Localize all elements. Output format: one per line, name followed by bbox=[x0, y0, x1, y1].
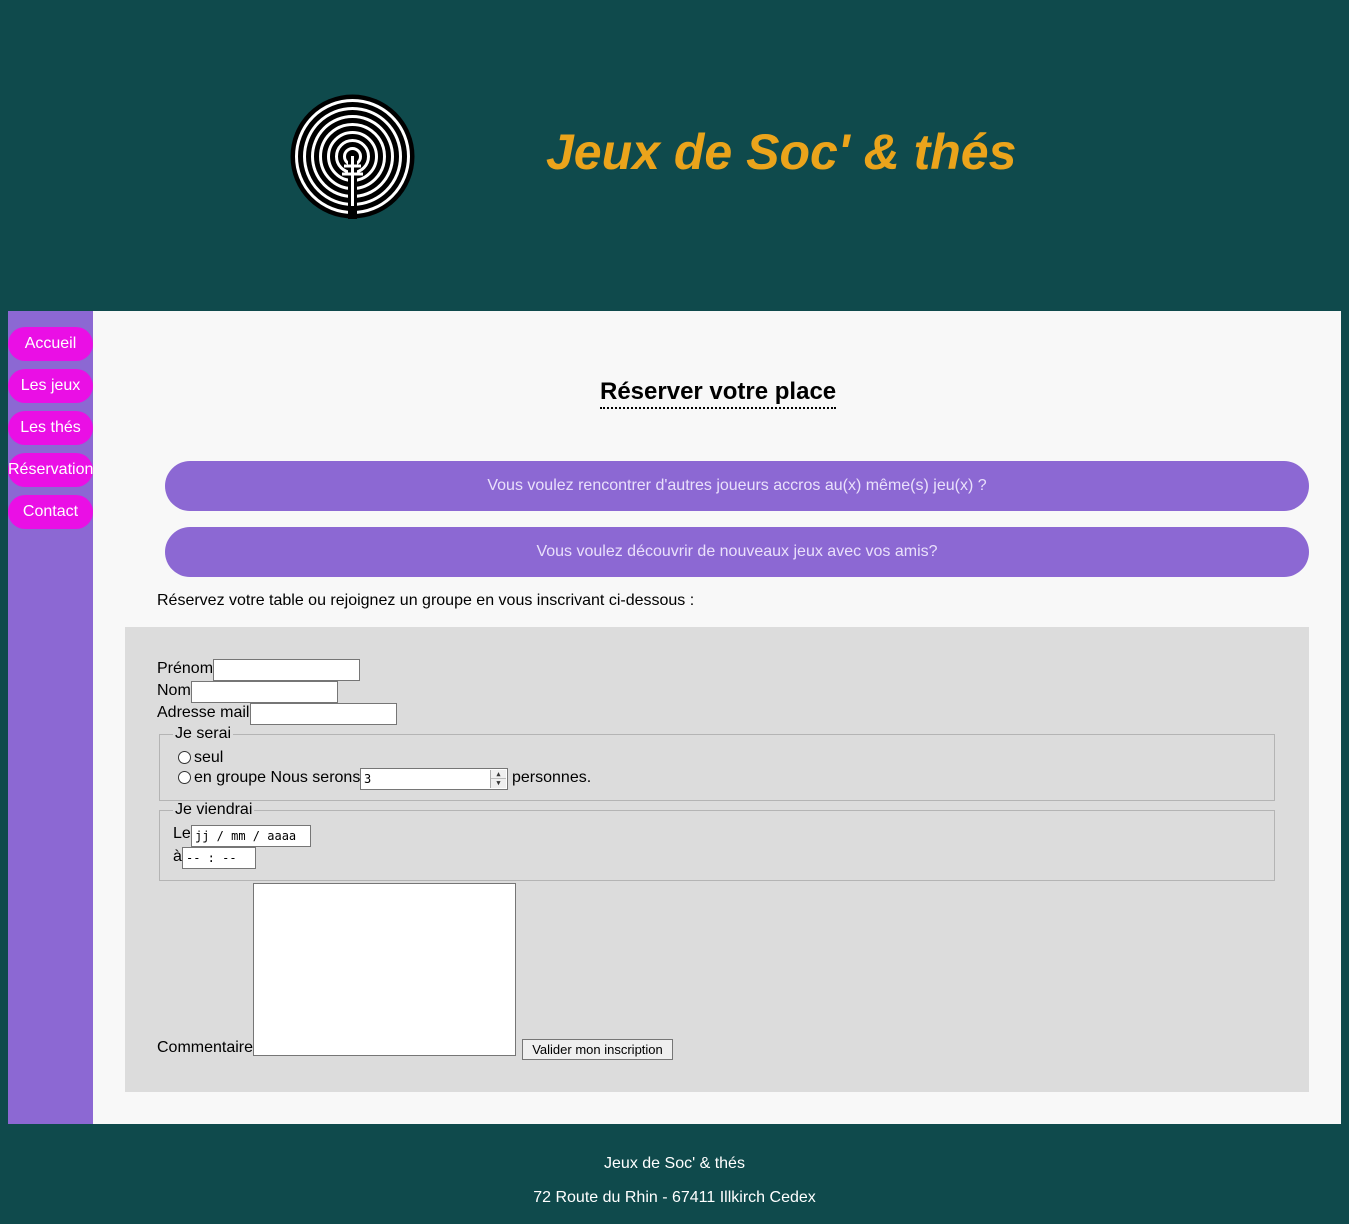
footer-address: 72 Route du Rhin - 67411 Illkirch Cedex bbox=[533, 1189, 816, 1206]
nav-item-reservation[interactable]: Réservation bbox=[8, 453, 93, 487]
seul-radio[interactable] bbox=[178, 751, 191, 764]
nom-label: Nom bbox=[157, 682, 191, 699]
date-input[interactable]: jj / mm / aaaa bbox=[191, 825, 311, 847]
je-viendrai-legend: Je viendrai bbox=[175, 801, 253, 818]
labyrinth-logo bbox=[290, 94, 415, 219]
info-pill-rencontrer: Vous voulez rencontrer d'autres joueurs … bbox=[165, 461, 1309, 511]
stepper-arrows-icon[interactable]: ▲ ▼ bbox=[490, 770, 506, 788]
prenom-input[interactable] bbox=[213, 659, 360, 681]
je-serai-fieldset: Je serai bbox=[159, 725, 1275, 801]
time-label: à bbox=[173, 848, 182, 865]
sidebar-nav: Accueil Les jeux Les thés Réservation Co… bbox=[8, 311, 93, 1124]
info-pill-decouvrir: Vous voulez découvrir de nouveaux jeux a… bbox=[165, 527, 1309, 577]
personnes-label: personnes. bbox=[512, 769, 592, 786]
je-viendrai-fieldset: Je viendrai bbox=[159, 801, 1275, 881]
submit-button[interactable]: Valider mon inscription bbox=[522, 1039, 673, 1060]
group-size-stepper[interactable]: 3 ▲ ▼ bbox=[360, 768, 508, 790]
reservation-form: Prénom Nom Adresse mail Je serai seul en… bbox=[125, 627, 1309, 1092]
site-title: Jeux de Soc' & thés bbox=[546, 124, 1017, 180]
nav-item-les-jeux[interactable]: Les jeux bbox=[8, 369, 93, 403]
footer-name: Jeux de Soc' & thés bbox=[604, 1155, 745, 1172]
nav-item-les-thes[interactable]: Les thés bbox=[8, 411, 93, 445]
group-size-value: 3 bbox=[364, 772, 372, 786]
comment-textarea[interactable] bbox=[253, 883, 516, 1056]
nav-item-contact[interactable]: Contact bbox=[8, 495, 93, 529]
email-label: Adresse mail bbox=[157, 704, 250, 721]
nav-item-accueil[interactable]: Accueil bbox=[8, 327, 93, 361]
time-input[interactable]: -- : -- bbox=[182, 847, 256, 869]
nom-input[interactable] bbox=[191, 681, 338, 703]
page-title: Réserver votre place bbox=[600, 378, 837, 409]
email-input[interactable] bbox=[250, 703, 397, 725]
je-serai-legend: Je serai bbox=[175, 725, 232, 742]
groupe-radio[interactable] bbox=[178, 771, 191, 784]
date-label: Le bbox=[173, 825, 191, 842]
main-content: Réserver votre place Vous voulez rencont… bbox=[93, 311, 1341, 1124]
prenom-label: Prénom bbox=[157, 660, 214, 677]
site-header: Jeux de Soc' & thés bbox=[0, 0, 1349, 311]
groupe-label: en groupe Nous serons bbox=[194, 769, 361, 786]
intro-text: Réservez votre table ou rejoignez un gro… bbox=[157, 592, 695, 609]
comment-label: Commentaire bbox=[157, 1039, 254, 1056]
seul-label: seul bbox=[194, 749, 224, 766]
